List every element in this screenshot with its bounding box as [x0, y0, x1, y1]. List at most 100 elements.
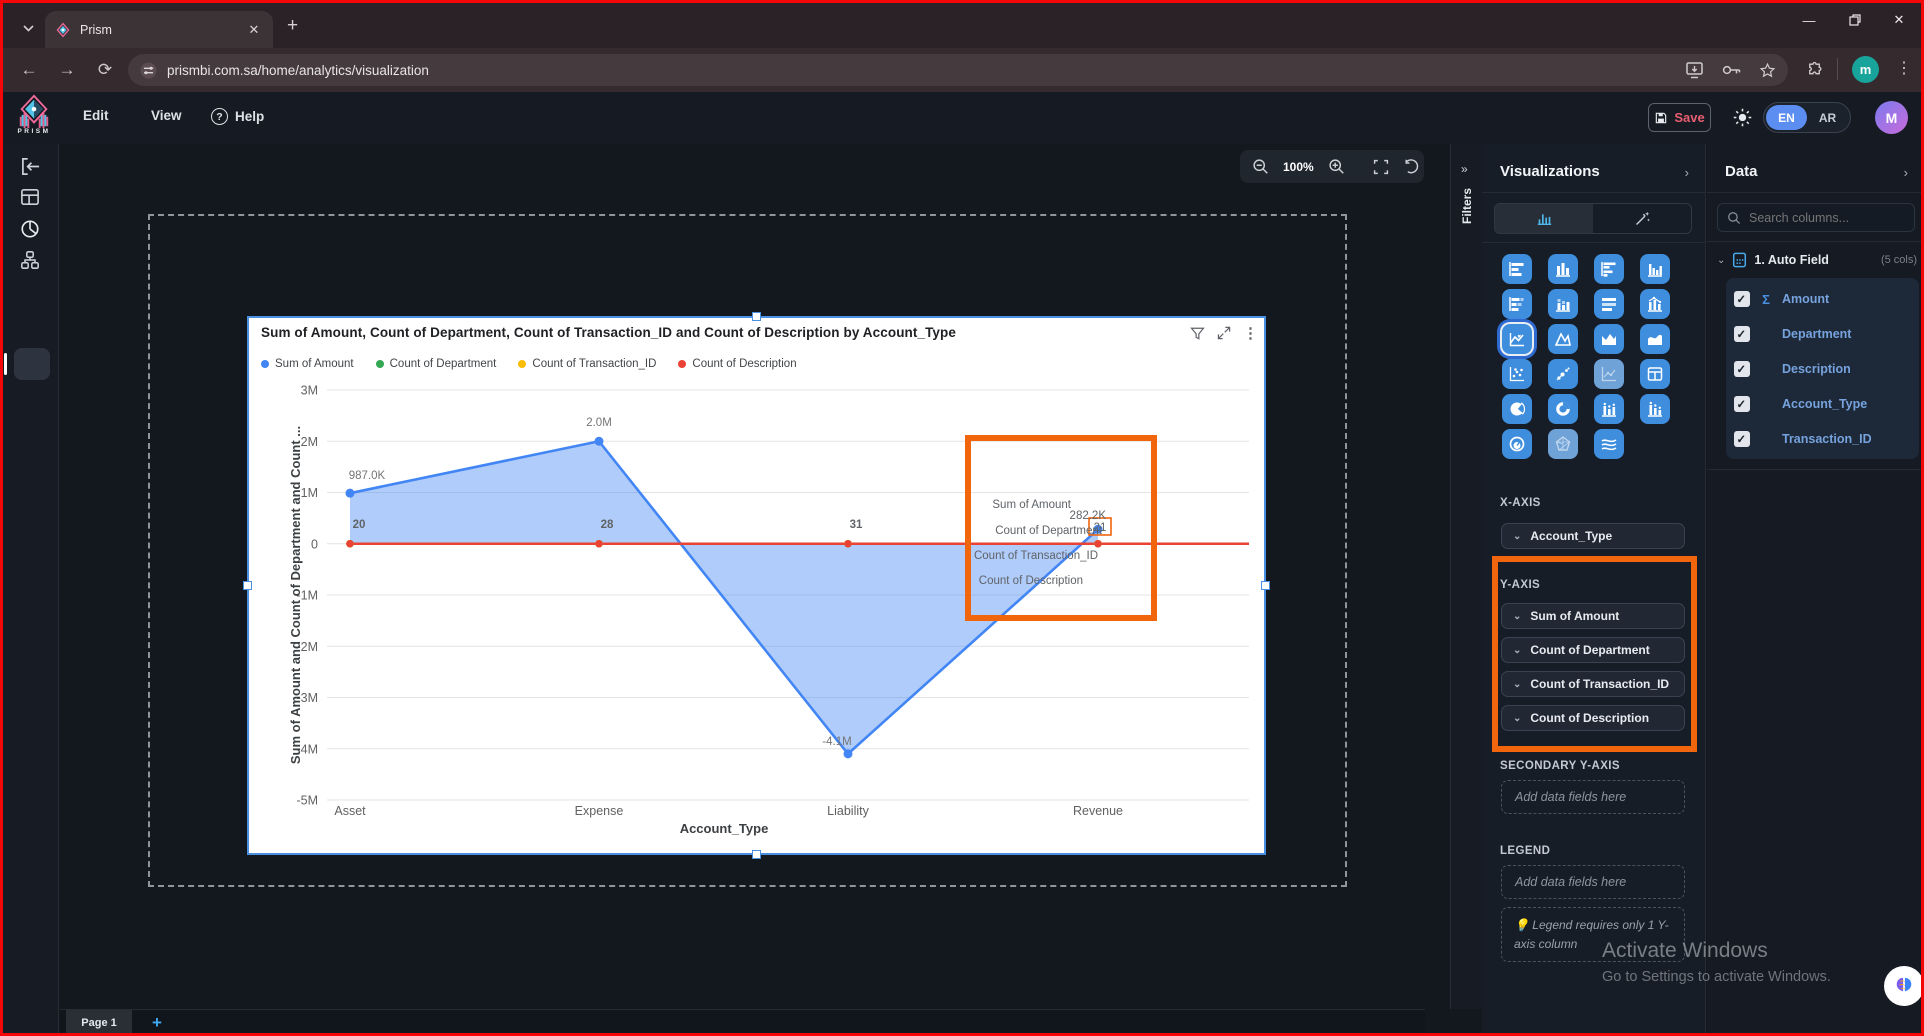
checkbox-checked[interactable]: [1734, 291, 1750, 307]
address-bar[interactable]: prismbi.com.sa/home/analytics/visualizat…: [128, 54, 1788, 86]
legend-hint: 💡 Legend requires only 1 Y-axis column: [1501, 907, 1685, 963]
filters-collapsed-panel[interactable]: » Filters: [1450, 144, 1482, 1009]
tab-title: Prism: [80, 22, 112, 37]
viz-area-overlap[interactable]: [1548, 324, 1578, 354]
window-close-button[interactable]: ✕: [1877, 3, 1921, 37]
menu-edit[interactable]: Edit: [83, 108, 109, 123]
collapse-exit-icon[interactable]: [20, 157, 41, 176]
search-columns-input[interactable]: [1749, 210, 1899, 225]
add-page-button[interactable]: +: [152, 1013, 162, 1033]
svg-text:1M: 1M: [301, 486, 318, 500]
column-row-amount[interactable]: Σ Amount: [1734, 286, 1911, 312]
viz-bubble-trend[interactable]: [1548, 359, 1578, 389]
bookmark-star-icon[interactable]: [1759, 62, 1776, 79]
checkbox-checked[interactable]: [1734, 326, 1750, 342]
resize-handle-top[interactable]: [752, 312, 761, 321]
zoom-level: 100%: [1283, 159, 1314, 174]
new-tab-button[interactable]: +: [287, 15, 298, 37]
browser-tab[interactable]: Prism ✕: [45, 11, 273, 48]
viz-gauge[interactable]: [1502, 429, 1532, 459]
url-text[interactable]: prismbi.com.sa/home/analytics/visualizat…: [167, 63, 1669, 78]
viz-radar[interactable]: [1548, 429, 1578, 459]
viz-scatter[interactable]: [1502, 359, 1532, 389]
tab-smart-suggest[interactable]: [1593, 204, 1691, 233]
forward-icon[interactable]: →: [55, 60, 79, 80]
resize-handle-left[interactable]: [243, 581, 252, 590]
viz-bar-grouped[interactable]: [1594, 254, 1624, 284]
left-sidebar: [3, 144, 59, 1033]
reset-icon[interactable]: [1403, 158, 1419, 175]
resize-handle-bottom[interactable]: [752, 850, 761, 859]
hierarchy-icon[interactable]: [20, 250, 40, 270]
viz-scatter-line[interactable]: [1594, 359, 1624, 389]
menu-view[interactable]: View: [151, 108, 182, 123]
checkbox-checked[interactable]: [1734, 396, 1750, 412]
lang-ar-button[interactable]: AR: [1807, 105, 1848, 130]
viz-column-dot[interactable]: [1594, 394, 1624, 424]
tab-close-icon[interactable]: ✕: [245, 21, 263, 39]
user-avatar[interactable]: M: [1875, 101, 1908, 134]
fit-screen-icon[interactable]: [1373, 159, 1389, 175]
viz-bar-full-stacked[interactable]: [1594, 289, 1624, 319]
viz-bar-horizontal[interactable]: [1502, 254, 1532, 284]
browser-profile-avatar[interactable]: m: [1852, 56, 1879, 83]
caret-down-icon[interactable]: ⌄: [1717, 255, 1725, 266]
save-button[interactable]: Save: [1648, 103, 1711, 132]
design-canvas[interactable]: 100% Sum of Amount, Count of Department,…: [60, 144, 1482, 1009]
password-key-icon[interactable]: [1722, 64, 1742, 76]
filters-tab-label[interactable]: Filters: [1460, 188, 1474, 224]
viz-bar-stacked[interactable]: [1502, 289, 1532, 319]
theme-sun-icon[interactable]: [1732, 107, 1753, 128]
annotation-rectangle-chart-labels: [965, 435, 1157, 621]
collapse-panel-chevron-icon[interactable]: ›: [1904, 165, 1908, 180]
assistant-brain-button[interactable]: [1884, 966, 1921, 1006]
menu-help[interactable]: Help: [211, 108, 264, 125]
tab-search-chevron-icon[interactable]: [15, 15, 41, 41]
checkbox-checked[interactable]: [1734, 361, 1750, 377]
resize-handle-right[interactable]: [1261, 581, 1270, 590]
search-icon: [1727, 211, 1741, 225]
tab-chart-types[interactable]: [1495, 204, 1593, 233]
back-icon[interactable]: ←: [17, 60, 41, 80]
canvas-zoom-toolbar: 100%: [1240, 150, 1424, 183]
viz-column-dot-2[interactable]: [1640, 394, 1670, 424]
x-axis-field[interactable]: ⌄ Account_Type: [1501, 523, 1685, 549]
viz-line-chart-selected[interactable]: [1502, 324, 1532, 354]
search-columns-box[interactable]: [1717, 203, 1915, 232]
viz-donut[interactable]: [1548, 394, 1578, 424]
viz-table[interactable]: [1640, 359, 1670, 389]
secondary-y-axis-dropzone[interactable]: Add data fields here: [1501, 780, 1685, 814]
viz-column[interactable]: [1548, 254, 1578, 284]
collapse-panel-chevron-icon[interactable]: ›: [1685, 165, 1689, 180]
dashboard-layout-icon[interactable]: [20, 188, 40, 206]
site-info-icon[interactable]: [140, 62, 157, 79]
viz-area-zigzag[interactable]: [1594, 324, 1624, 354]
viz-column-stacked[interactable]: [1548, 289, 1578, 319]
viz-stream[interactable]: [1594, 429, 1624, 459]
expand-filters-icon[interactable]: »: [1461, 162, 1468, 176]
lang-en-button[interactable]: EN: [1766, 105, 1807, 130]
viz-column-line-combo[interactable]: [1640, 289, 1670, 319]
column-row-account-type[interactable]: Account_Type: [1734, 391, 1911, 417]
checkbox-checked[interactable]: [1734, 431, 1750, 447]
column-row-department[interactable]: Department: [1734, 321, 1911, 347]
page-tab-1[interactable]: Page 1: [66, 1010, 132, 1033]
browser-menu-kebab-icon[interactable]: ⋮: [1896, 58, 1912, 78]
window-restore-button[interactable]: [1833, 3, 1877, 37]
install-icon[interactable]: [1686, 61, 1705, 79]
dataset-group-row[interactable]: ⌄ 1. Auto Field (5 cols): [1717, 252, 1917, 268]
viz-area-smooth[interactable]: [1640, 324, 1670, 354]
dataset-cols-badge: (5 cols): [1880, 254, 1917, 266]
legend-dropzone[interactable]: Add data fields here: [1501, 865, 1685, 899]
secondary-y-axis-label: SECONDARY Y-AXIS: [1500, 760, 1620, 772]
reload-icon[interactable]: ⟳: [93, 60, 117, 80]
visualization-pie-icon[interactable]: [20, 219, 40, 239]
viz-column-grouped[interactable]: [1640, 254, 1670, 284]
zoom-in-icon[interactable]: [1328, 158, 1345, 175]
column-row-description[interactable]: Description: [1734, 356, 1911, 382]
extensions-icon[interactable]: [1805, 61, 1824, 80]
zoom-out-icon[interactable]: [1252, 158, 1269, 175]
window-minimize-button[interactable]: —: [1787, 3, 1831, 37]
viz-pie[interactable]: [1502, 394, 1532, 424]
column-row-transaction-id[interactable]: Transaction_ID: [1734, 426, 1911, 452]
